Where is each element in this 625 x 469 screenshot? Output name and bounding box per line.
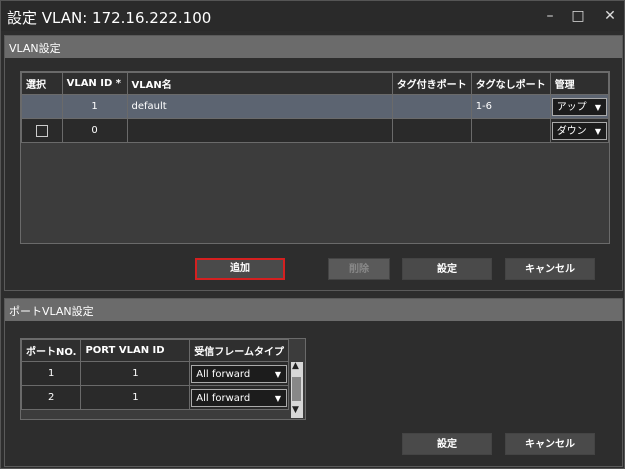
port-no-cell: 2 <box>20 385 82 410</box>
chevron-down-icon: ▼ <box>594 102 601 112</box>
col-frame-type: 受信フレームタイプ <box>189 339 289 362</box>
col-vlan-name: VLAN名 <box>126 72 393 95</box>
chevron-down-icon: ▼ <box>274 393 281 403</box>
vlan-settings-heading: VLAN設定 <box>9 42 61 55</box>
window-title: 設定 VLAN: 172.16.222.100 <box>7 9 212 27</box>
scroll-thumb[interactable] <box>292 377 301 401</box>
cancel-button[interactable]: キャンセル <box>505 258 595 280</box>
admin-select[interactable]: ダウン ▼ <box>551 121 607 140</box>
scroll-up-icon[interactable]: ▲ <box>292 361 299 371</box>
tagged-port-cell[interactable] <box>391 118 472 143</box>
scroll-down-icon[interactable]: ▼ <box>292 405 299 415</box>
col-select: 選択 <box>21 72 63 95</box>
vlan-id-cell[interactable]: 0 <box>61 118 128 143</box>
vlan-name-cell[interactable]: default <box>126 94 393 119</box>
vlan-name-cell[interactable] <box>126 118 393 143</box>
admin-cell: アップ ▼ <box>549 94 610 119</box>
vlan-settings-header: VLAN設定 <box>5 36 622 58</box>
col-untagged-port: タグなしポート <box>470 72 551 95</box>
col-admin: 管理 <box>549 72 610 95</box>
maximize-icon[interactable]: □ <box>567 6 589 26</box>
set-button[interactable]: 設定 <box>402 258 492 280</box>
row-select-cell <box>21 118 63 143</box>
port-set-button[interactable]: 設定 <box>402 433 492 455</box>
port-cancel-button[interactable]: キャンセル <box>505 433 595 455</box>
title-bar: 設定 VLAN: 172.16.222.100 – □ ✕ <box>1 1 624 31</box>
admin-cell: ダウン ▼ <box>549 118 610 143</box>
vlan-table: 選択 VLAN ID * VLAN名 タグ付きポート タグなしポート 管理 1 … <box>21 72 610 143</box>
port-vlan-settings-header: ポートVLAN設定 <box>5 299 622 321</box>
port-vlan-id-cell[interactable]: 1 <box>80 385 191 410</box>
table-row[interactable]: 1 default 1-6 アップ ▼ <box>21 94 610 119</box>
table-row[interactable]: 2 1 All forward ▼ <box>20 385 289 410</box>
delete-button[interactable]: 削除 <box>328 258 390 280</box>
frame-type-select[interactable]: All forward ▼ <box>191 364 287 383</box>
col-port-no: ポートNO. <box>20 339 82 362</box>
frame-type-value: All forward <box>196 368 251 380</box>
port-vlan-id-cell[interactable]: 1 <box>80 361 191 386</box>
close-icon[interactable]: ✕ <box>599 6 621 26</box>
tagged-port-cell[interactable] <box>391 94 472 119</box>
chevron-down-icon: ▼ <box>594 126 601 136</box>
col-port-vlan-id: PORT VLAN ID <box>80 339 191 362</box>
untagged-port-cell[interactable]: 1-6 <box>470 94 551 119</box>
frame-type-value: All forward <box>196 392 251 404</box>
vlan-table-header: 選択 VLAN ID * VLAN名 タグ付きポート タグなしポート 管理 <box>21 72 610 95</box>
vlan-settings-section: VLAN設定 選択 VLAN ID * VLAN名 タグ付きポート タグなしポー… <box>4 35 623 291</box>
port-vlan-table: ポートNO. PORT VLAN ID 受信フレームタイプ 1 1 All fo… <box>20 339 289 410</box>
frame-type-cell: All forward ▼ <box>189 361 289 386</box>
col-vlan-id: VLAN ID * <box>61 72 128 95</box>
untagged-port-cell[interactable] <box>470 118 551 143</box>
admin-select-value: アップ <box>556 101 587 113</box>
row-checkbox[interactable] <box>35 124 48 137</box>
chevron-down-icon: ▼ <box>274 369 281 379</box>
col-tagged-port: タグ付きポート <box>391 72 472 95</box>
vlan-settings-window: 設定 VLAN: 172.16.222.100 – □ ✕ VLAN設定 選択 … <box>0 0 625 469</box>
port-vlan-settings-section: ポートVLAN設定 ポートNO. PORT VLAN ID 受信フレームタイプ … <box>4 298 623 467</box>
port-vlan-table-header: ポートNO. PORT VLAN ID 受信フレームタイプ <box>20 339 289 362</box>
frame-type-cell: All forward ▼ <box>189 385 289 410</box>
admin-select[interactable]: アップ ▼ <box>551 97 607 116</box>
table-row[interactable]: 0 ダウン ▼ <box>21 118 610 143</box>
add-button[interactable]: 追加 <box>195 258 285 280</box>
minimize-icon[interactable]: – <box>539 6 561 26</box>
table-row[interactable]: 1 1 All forward ▼ <box>20 361 289 386</box>
frame-type-select[interactable]: All forward ▼ <box>191 388 287 407</box>
vertical-scrollbar[interactable]: ▲ ▼ <box>291 361 303 418</box>
row-select-cell[interactable] <box>21 94 63 119</box>
port-no-cell: 1 <box>20 361 82 386</box>
port-vlan-settings-heading: ポートVLAN設定 <box>9 305 94 318</box>
admin-select-value: ダウン <box>556 125 587 137</box>
vlan-id-cell[interactable]: 1 <box>61 94 128 119</box>
